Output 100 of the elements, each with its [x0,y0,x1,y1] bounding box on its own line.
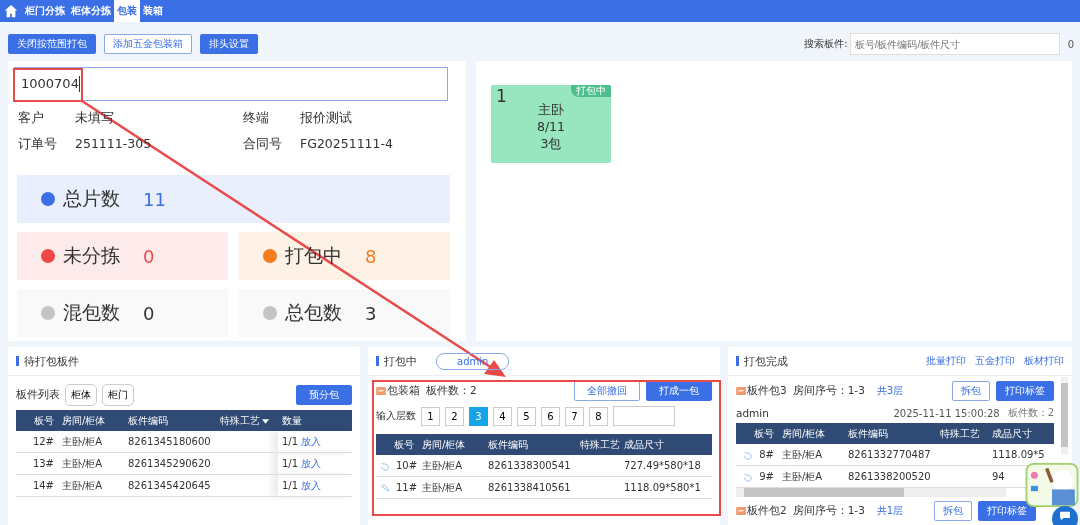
toolbar-button[interactable]: 排头设置 [200,34,258,54]
info-label: 终端 [243,110,270,127]
table-cell: 主卧/柜A [58,474,124,497]
nav-tab[interactable]: 柜体分拣 [68,0,114,22]
table-cell: 14# [16,474,58,497]
table-cell: 8261338410561 [484,476,576,499]
table-cell: 9# [759,471,774,482]
table-cell: 主卧/柜A [58,452,124,475]
result-count: 0 [1067,38,1074,50]
quantity: 1/1 [282,479,299,491]
table-cell: 8# [759,449,774,460]
layers-link[interactable]: 共3层 [876,384,904,398]
pack-button[interactable]: 打成一包 [646,381,712,401]
part-count: 板件数：2 [1007,406,1054,420]
table-cell: 8261345420645 [124,474,216,497]
layer-button[interactable]: 6 [541,406,560,426]
room-number: 房间序号：1-3 [792,384,865,398]
box-icon [376,387,386,395]
filter-chip[interactable]: 柜体 [65,384,97,406]
hand-icon[interactable] [380,461,390,471]
package-count: 3包 [540,134,562,152]
layer-button[interactable]: 8 [589,406,608,426]
print-label-button[interactable]: 打印标签 [978,501,1036,521]
info-label: 客户 [18,110,45,127]
panel-title: 打包完成 [744,353,788,369]
sorted-count: 8/11 [536,117,566,135]
withdraw-all-button[interactable]: 全部撤回 [574,381,640,401]
table-cell: 8261345180600 [124,431,216,453]
hand-icon[interactable] [743,472,754,482]
column-header: 板件编码 [484,434,576,455]
layer-button[interactable]: 7 [565,406,584,426]
dropdown-icon[interactable] [262,418,269,424]
print-link[interactable]: 板材打印 [1024,354,1064,368]
column-header: 特殊工艺 [936,423,988,444]
stat-value: 11 [143,188,166,210]
stat-label: 总包数 [285,300,343,325]
layer-button[interactable]: 4 [493,406,512,426]
table-cell: 12# [16,431,58,453]
column-header: 板号 [736,423,778,444]
print-link[interactable]: 批量打印 [926,354,966,368]
column-header: 数量 [278,410,352,431]
print-link[interactable]: 五金打印 [975,354,1015,368]
layer-button[interactable]: 3 [469,406,488,426]
chat-icon [1058,509,1072,523]
layer-input[interactable] [613,406,675,426]
nav-tab[interactable]: 柜门分拣 [22,0,68,22]
column-header: 板件编码 [124,410,216,431]
package-room: 主卧 [538,100,564,118]
column-header: 房间/柜体 [58,410,124,431]
search-label: 搜索板件: [804,37,848,51]
nav-tab[interactable]: 装箱 [140,0,166,22]
column-header: 房间/柜体 [418,434,484,455]
put-in-link[interactable]: 放入 [301,435,322,447]
part-count: 板件数：2 [426,384,477,398]
panel-title: 待打包板件 [24,353,79,369]
table-cell: 10# [396,460,418,471]
column-header: 成品尺寸 [620,434,712,455]
unpack-button[interactable]: 拆包 [952,381,990,401]
pre-pack-button[interactable]: 预分包 [296,385,352,405]
table-cell: 8261338300541 [484,455,576,477]
vertical-scrollbar[interactable] [1061,377,1068,455]
filter-chip[interactable]: 柜门 [102,384,134,406]
order-input[interactable]: 1000704 [14,67,448,101]
box-icon [736,387,746,395]
wrench-icon[interactable] [380,483,390,493]
put-in-link[interactable]: 放入 [301,457,322,469]
layers-link[interactable]: 共1层 [876,504,904,518]
toolbar-button[interactable]: 关闭按范围打包 [8,34,96,54]
nav-tab[interactable]: 包装 [114,0,140,22]
info-label: 合同号 [243,136,283,153]
info-label: 订单号 [18,136,58,153]
package-card[interactable]: 1 打包中 主卧 8/11 3包 [491,85,611,163]
put-in-link[interactable]: 放入 [301,479,322,491]
layer-button[interactable]: 2 [445,406,464,426]
table-cell: 主卧/柜A [778,465,844,488]
toolbar-button[interactable]: 添加五金包装箱 [104,34,192,54]
unpack-button[interactable]: 拆包 [934,501,972,521]
panel-title: 打包中 [384,353,417,369]
highlight-box [13,68,83,102]
table-cell: 13# [16,452,58,475]
package-name: 板件包3 [747,384,787,398]
layer-button[interactable]: 5 [517,406,536,426]
table-cell: 11# [396,482,418,493]
horizontal-scrollbar[interactable] [736,488,1006,497]
table-cell: 8261332770487 [844,444,936,466]
column-header: 成品尺寸 [988,423,1054,444]
stat-value: 0 [143,302,155,324]
hand-icon[interactable] [743,450,754,460]
layer-button[interactable]: 1 [421,406,440,426]
package-name: 板件包2 [747,504,787,518]
print-label-button[interactable]: 打印标签 [996,381,1054,401]
info-value: FG20251111-4 [300,136,394,153]
packer-name: admin [736,407,769,419]
chat-button[interactable] [1052,506,1078,525]
column-header: 房间/柜体 [778,423,844,444]
package-number: 1 [496,88,507,105]
search-field[interactable]: 板号/板件编码/板件尺寸 [849,33,1060,55]
column-header: 板号 [376,434,418,455]
stat-label: 未分拣 [63,243,121,268]
home-icon[interactable] [4,4,18,18]
